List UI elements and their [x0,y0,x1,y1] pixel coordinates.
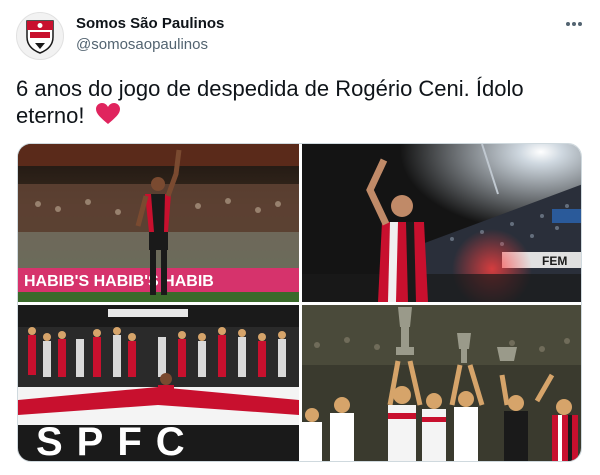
tweet-text-content: 6 anos do jogo de despedida de Rogério C… [16,76,524,128]
club-crest-icon [26,20,54,54]
media-photo-2[interactable]: FEM [302,144,581,302]
avatar[interactable] [16,12,64,60]
sponsor-banner-text: FEM [542,254,567,268]
display-name[interactable]: Somos São Paulinos [76,15,224,32]
media-photo-4[interactable] [302,305,581,461]
spfc-field-text: SPFC [36,420,199,462]
media-grid: HABIB'S HABIB'S HABIB FEM SPFC [17,143,582,462]
red-heart-icon [95,102,121,132]
tweet-text: 6 anos do jogo de despedida de Rogério C… [16,76,576,132]
more-options-icon[interactable] [562,14,586,34]
user-handle[interactable]: @somosaopaulinos [76,36,208,53]
media-photo-3[interactable]: SPFC [18,305,299,462]
habibs-banner-text: HABIB'S HABIB'S HABIB [24,273,214,290]
media-photo-1[interactable]: HABIB'S HABIB'S HABIB [18,144,299,302]
